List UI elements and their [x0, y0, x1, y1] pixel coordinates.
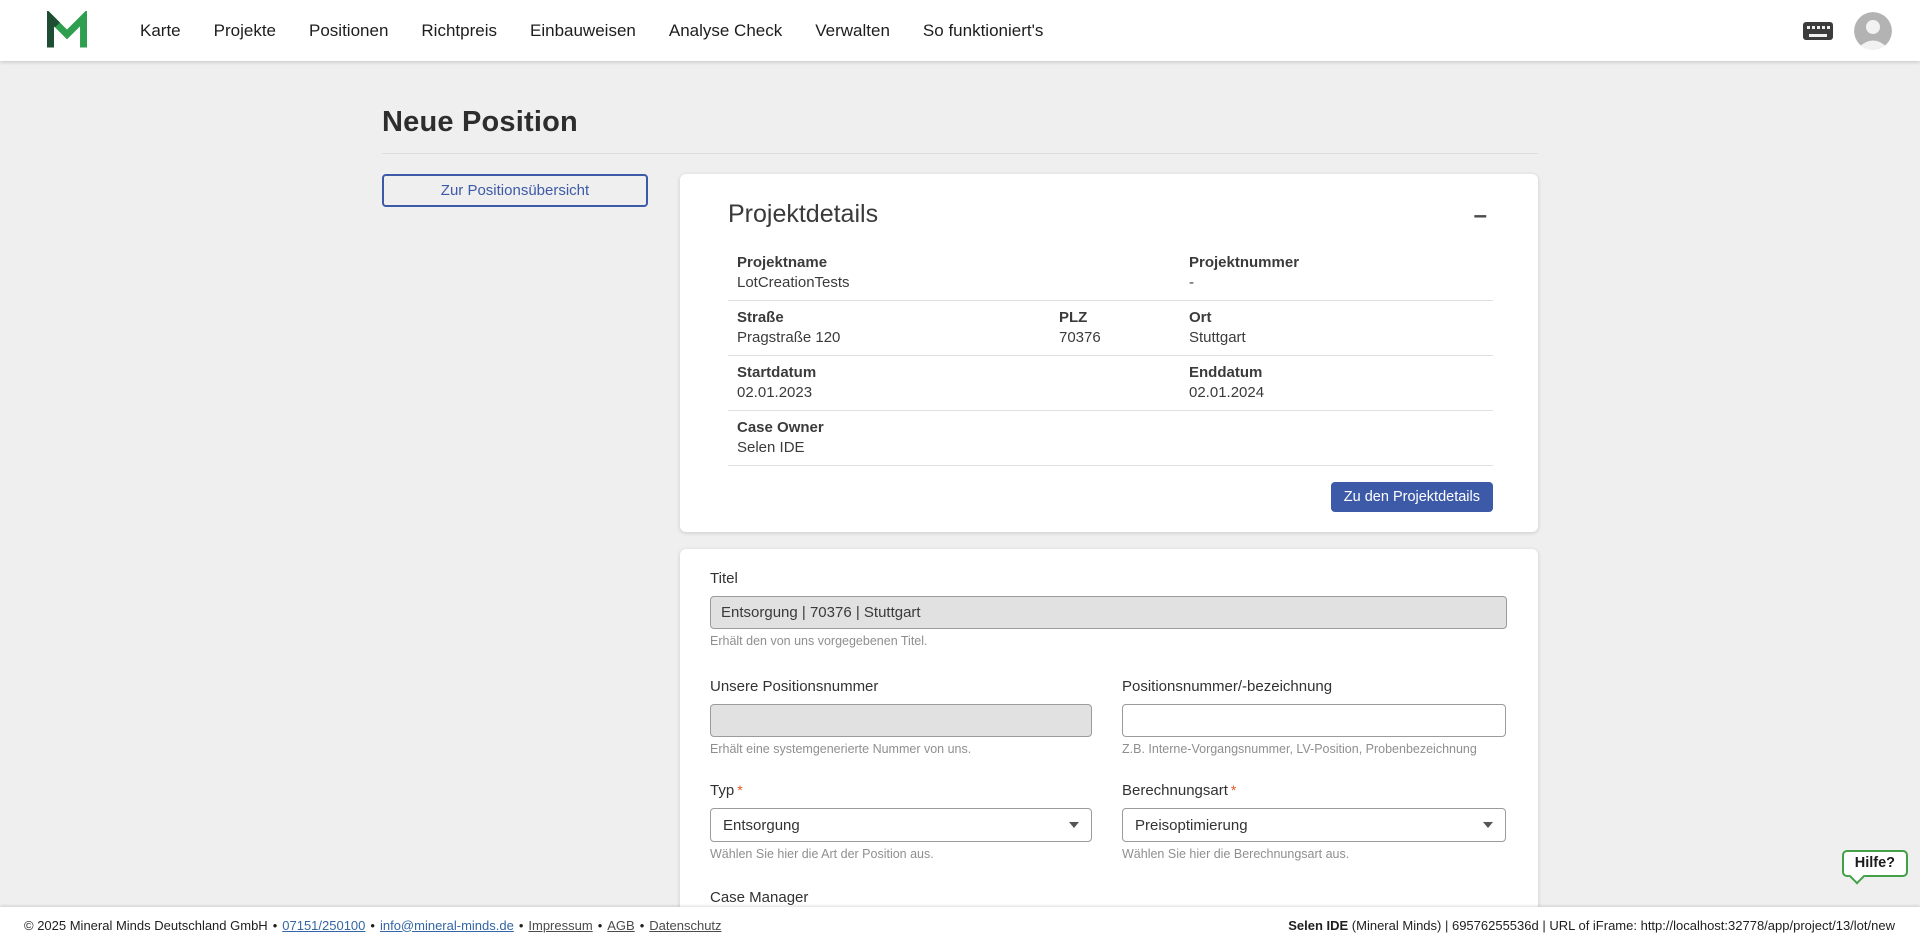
- berechnungsart-field: Berechnungsart* Preisoptimierung Wählen …: [1122, 782, 1506, 861]
- case-owner-label: Case Owner: [737, 419, 1483, 436]
- berechnungsart-select-value: Preisoptimierung: [1135, 817, 1248, 834]
- titel-field: Titel Erhält den von uns vorgegebenen Ti…: [710, 570, 1507, 648]
- projektnummer-value: -: [1189, 274, 1483, 291]
- nav-item-richtpreis[interactable]: Richtpreis: [421, 21, 497, 41]
- project-details-table: Projektname LotCreationTests Projektnumm…: [728, 246, 1493, 466]
- projektname-value: LotCreationTests: [737, 274, 1179, 291]
- berechnungsart-hint: Wählen Sie hier die Berechnungsart aus.: [1122, 847, 1506, 861]
- projektname-label: Projektname: [737, 254, 1179, 271]
- top-navbar: Karte Projekte Positionen Richtpreis Ein…: [0, 0, 1920, 61]
- table-row: Straße Pragstraße 120 PLZ 70376 Ort Stut…: [728, 301, 1493, 356]
- back-to-positions-button[interactable]: Zur Positionsübersicht: [382, 174, 648, 207]
- phone-link[interactable]: 07151/250100: [282, 918, 365, 933]
- main-navigation: Karte Projekte Positionen Richtpreis Ein…: [140, 21, 1043, 41]
- footer-session-info: Selen IDE (Mineral Minds) | 69576255536d…: [1288, 918, 1895, 933]
- footer-separator: •: [519, 918, 524, 933]
- case-manager-label: Case Manager: [710, 889, 808, 906]
- footer-separator: •: [273, 918, 278, 933]
- impressum-link[interactable]: Impressum: [528, 918, 592, 933]
- keyboard-icon[interactable]: [1802, 19, 1834, 43]
- unsere-positionsnummer-input[interactable]: [710, 704, 1092, 737]
- collapse-card-button[interactable]: –: [1468, 200, 1493, 232]
- ort-value: Stuttgart: [1189, 329, 1483, 346]
- nav-item-karte[interactable]: Karte: [140, 21, 181, 41]
- project-details-card: Projektdetails – Projektname LotCreation…: [680, 174, 1538, 532]
- unsere-positionsnummer-label: Unsere Positionsnummer: [710, 678, 878, 695]
- footer-separator: •: [370, 918, 375, 933]
- page-title: Neue Position: [382, 106, 1538, 139]
- unsere-positionsnummer-field: Unsere Positionsnummer Erhält eine syste…: [710, 678, 1092, 756]
- berechnungsart-label: Berechnungsart*: [1122, 782, 1236, 799]
- right-column: Projektdetails – Projektname LotCreation…: [680, 174, 1538, 907]
- strasse-label: Straße: [737, 309, 1049, 326]
- startdatum-value: 02.01.2023: [737, 384, 1179, 401]
- agb-link[interactable]: AGB: [607, 918, 634, 933]
- positionsnummer-field: Positionsnummer/-bezeichnung Z.B. Intern…: [1122, 678, 1506, 756]
- table-row: Case Owner Selen IDE: [728, 411, 1493, 466]
- positionsnummer-input[interactable]: [1122, 704, 1506, 737]
- email-link[interactable]: info@mineral-minds.de: [380, 918, 514, 933]
- go-to-project-details-button[interactable]: Zu den Projektdetails: [1331, 482, 1493, 512]
- startdatum-label: Startdatum: [737, 364, 1179, 381]
- required-asterisk: *: [737, 782, 742, 798]
- enddatum-value: 02.01.2024: [1189, 384, 1483, 401]
- enddatum-label: Enddatum: [1189, 364, 1483, 381]
- positionsnummer-hint: Z.B. Interne-Vorgangsnummer, LV-Position…: [1122, 742, 1506, 756]
- positionsnummer-label: Positionsnummer/-bezeichnung: [1122, 678, 1332, 695]
- nav-item-positionen[interactable]: Positionen: [309, 21, 388, 41]
- titel-input[interactable]: [710, 596, 1507, 629]
- typ-select[interactable]: Entsorgung: [710, 808, 1092, 842]
- footer-user-name: Selen IDE: [1288, 918, 1348, 933]
- project-details-title: Projektdetails: [728, 200, 878, 229]
- nav-item-projekte[interactable]: Projekte: [214, 21, 276, 41]
- titel-label: Titel: [710, 570, 738, 587]
- footer-separator: •: [640, 918, 645, 933]
- typ-field: Typ* Entsorgung Wählen Sie hier die Art …: [710, 782, 1092, 861]
- page-header: Neue Position: [382, 61, 1538, 154]
- chevron-down-icon: [1483, 822, 1493, 828]
- table-row: Startdatum 02.01.2023 Enddatum 02.01.202…: [728, 356, 1493, 411]
- case-manager-field: Case Manager: [710, 889, 1507, 907]
- copyright-text: © 2025 Mineral Minds Deutschland GmbH: [24, 918, 268, 933]
- user-avatar[interactable]: [1854, 12, 1892, 50]
- navbar-right: [1802, 12, 1892, 50]
- nav-item-so-funktionierts[interactable]: So funktioniert's: [923, 21, 1043, 41]
- page-footer: © 2025 Mineral Minds Deutschland GmbH • …: [0, 907, 1920, 943]
- plz-label: PLZ: [1059, 309, 1179, 326]
- footer-left: © 2025 Mineral Minds Deutschland GmbH • …: [24, 918, 722, 933]
- titel-hint: Erhält den von uns vorgegebenen Titel.: [710, 634, 1507, 648]
- plz-value: 70376: [1059, 329, 1179, 346]
- berechnungsart-select[interactable]: Preisoptimierung: [1122, 808, 1506, 842]
- typ-label: Typ*: [710, 782, 743, 799]
- required-asterisk: *: [1231, 782, 1236, 798]
- strasse-value: Pragstraße 120: [737, 329, 1049, 346]
- unsere-positionsnummer-hint: Erhält eine systemgenerierte Nummer von …: [710, 742, 1092, 756]
- typ-hint: Wählen Sie hier die Art der Position aus…: [710, 847, 1092, 861]
- nav-item-analyse-check[interactable]: Analyse Check: [669, 21, 782, 41]
- left-column: Zur Positionsübersicht: [382, 174, 648, 207]
- main-content: Neue Position Zur Positionsübersicht Pro…: [0, 61, 1920, 907]
- nav-item-einbauweisen[interactable]: Einbauweisen: [530, 21, 636, 41]
- help-button[interactable]: Hilfe?: [1842, 850, 1908, 877]
- new-position-form-card: Titel Erhält den von uns vorgegebenen Ti…: [680, 549, 1538, 907]
- case-owner-value: Selen IDE: [737, 439, 1483, 456]
- projektnummer-label: Projektnummer: [1189, 254, 1483, 271]
- datenschutz-link[interactable]: Datenschutz: [649, 918, 721, 933]
- typ-select-value: Entsorgung: [723, 817, 800, 834]
- nav-item-verwalten[interactable]: Verwalten: [815, 21, 890, 41]
- chevron-down-icon: [1069, 822, 1079, 828]
- table-row: Projektname LotCreationTests Projektnumm…: [728, 246, 1493, 301]
- ort-label: Ort: [1189, 309, 1483, 326]
- mineral-minds-logo-icon[interactable]: [46, 11, 88, 51]
- footer-session-text: (Mineral Minds) | 69576255536d | URL of …: [1348, 918, 1895, 933]
- footer-separator: •: [598, 918, 603, 933]
